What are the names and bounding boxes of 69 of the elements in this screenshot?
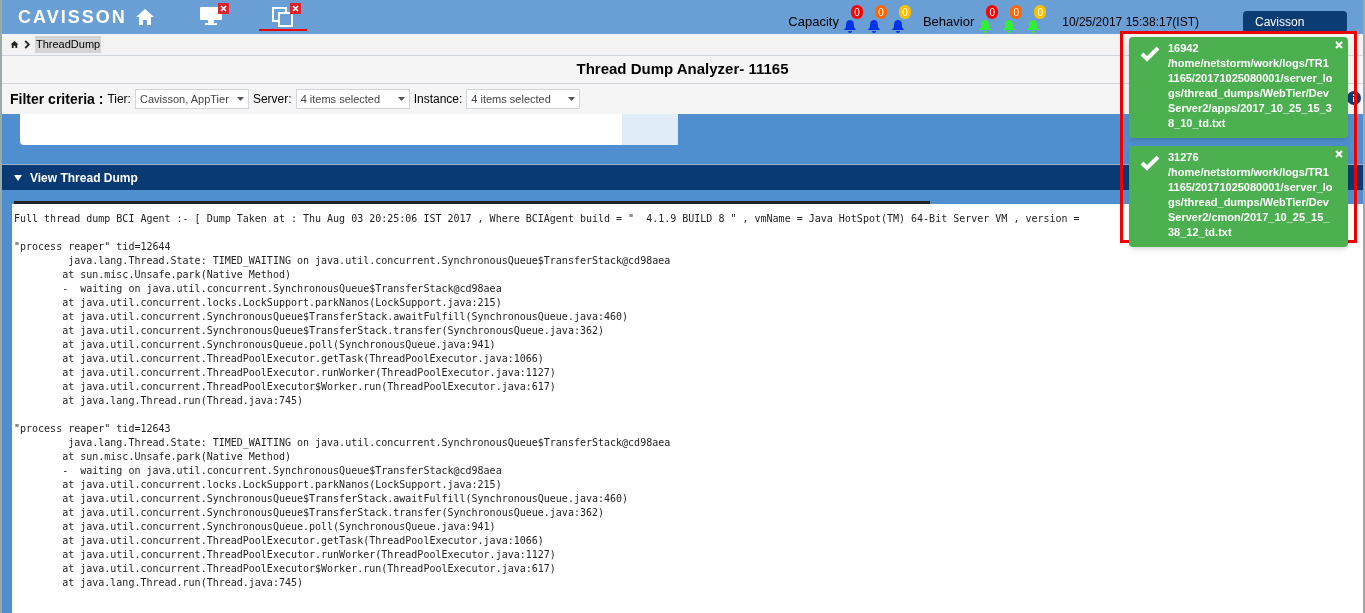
dropdown[interactable]: 4 items selected [466, 89, 581, 109]
alert-count: 0 [986, 5, 999, 19]
dump-line: at sun.misc.Unsafe.park(Native Method) [61, 450, 291, 464]
monitor-icon [199, 7, 222, 25]
bell-icon[interactable] [866, 19, 881, 33]
window-tab[interactable] [258, 3, 307, 31]
dump-line: at java.util.concurrent.ThreadPoolExecutor$Worker.run(ThreadPoolExecutor.java:617) [61, 380, 556, 394]
dump-line: - waiting on java.util.concurrent.SynchronousQueue$TransferStack@cd98aea [61, 464, 502, 478]
bell-icon[interactable] [1002, 19, 1017, 33]
windows-icon [271, 7, 294, 27]
dump-line: java.lang.Thread.State: TIMED_WAITING on java.util.concurrent.SynchronousQueue$TransferStack@cd98aea [67, 254, 671, 268]
dump-line: at java.util.concurrent.ThreadPoolExecutor.getTask(ThreadPoolExecutor.java:1066) [61, 352, 544, 366]
close-icon[interactable] [217, 3, 229, 14]
caret-icon [236, 97, 244, 101]
dump-line: at java.util.concurrent.ThreadPoolExecutor.runWorker(ThreadPoolExecutor.java:1127) [61, 366, 556, 380]
bell-icon[interactable] [978, 19, 993, 33]
close-icon[interactable] [1335, 41, 1343, 49]
dump-line: at java.util.concurrent.SynchronousQueue$TransferStack.transfer(SynchronousQueue.java:362) [61, 324, 604, 338]
toast-title: 31276 [1168, 150, 1200, 165]
page-title: Thread Dump Analyzer- 11165 [576, 59, 789, 80]
dump-line: at java.util.concurrent.ThreadPoolExecutor.getTask(ThreadPoolExecutor.java:1066) [61, 534, 544, 548]
dump-line: java.lang.Thread.State: TIMED_WAITING on java.util.concurrent.SynchronousQueue$TransferStack@cd98aea [67, 436, 671, 450]
chevron-icon [23, 40, 31, 49]
dump-line: at java.util.concurrent.SynchronousQueue$TransferStack.awaitFulfill(SynchronousQueue.java:460) [61, 310, 629, 324]
bell-icon[interactable] [1026, 19, 1041, 33]
dump-line: at java.util.concurrent.locks.LockSupport.parkNanos(LockSupport.java:215) [61, 296, 502, 310]
dropdown[interactable]: 4 items selected [295, 89, 410, 109]
dump-line: at java.util.concurrent.SynchronousQueue.poll(SynchronousQueue.java:941) [61, 520, 496, 534]
dump-line: at java.util.concurrent.SynchronousQueue$TransferStack.transfer(SynchronousQueue.java:362) [61, 506, 604, 520]
field-label: Instance: [413, 91, 463, 108]
caret-icon [397, 97, 405, 101]
caret-icon [568, 97, 576, 101]
dump-line: at java.util.concurrent.ThreadPoolExecutor$Worker.run(ThreadPoolExecutor.java:617) [61, 562, 556, 576]
bell-icon[interactable] [842, 19, 857, 33]
dropdown[interactable]: Cavisson, AppTier [134, 89, 249, 109]
dump-line: "process reaper" tid=12644 [14, 240, 171, 254]
dump-line: at java.lang.Thread.run(Thread.java:745) [61, 576, 303, 590]
alert-count: 0 [1010, 5, 1023, 19]
dump-line: at sun.misc.Unsafe.park(Native Method) [61, 268, 291, 282]
alert-count: 0 [850, 5, 863, 19]
dump-line: Full thread dump BCI Agent :- [ Dump Taken at : Thu Aug 03 20:25:06 IST 2017 , Where BCIAgent build = " 4.1.9 BUILD 8 " , vmName = Java HotSpot(TM) 64-Bit Server VM , version = [14, 212, 1080, 226]
alert-count: 0 [1034, 5, 1047, 19]
user-button[interactable]: Cavisson [1243, 11, 1347, 33]
filter-label: Filter criteria : [10, 89, 104, 109]
home-icon[interactable] [10, 40, 19, 49]
date-time: 10/25/2017 15:38:17(IST) [1062, 14, 1199, 31]
dump-line: at java.util.concurrent.SynchronousQueue.poll(SynchronousQueue.java:941) [61, 338, 496, 352]
dump-line: at java.util.concurrent.ThreadPoolExecutor.runWorker(ThreadPoolExecutor.java:1127) [61, 548, 556, 562]
toast-message: /home/netstorm/work/logs/TR11165/20171025080001/server_logs/thread_dumps/WebTier/DevServer2/apps/2017_10_25_15_38_10_td.txt [1168, 56, 1334, 131]
logo: CAVISSON [18, 5, 127, 29]
alert-count: 0 [874, 5, 887, 19]
dump-line: at java.util.concurrent.locks.LockSupport.parkNanos(LockSupport.java:215) [61, 478, 502, 492]
close-icon[interactable] [1335, 150, 1343, 158]
capacity-label: Capacity [788, 13, 839, 32]
caret-icon [14, 174, 22, 181]
dump-line: at java.util.concurrent.SynchronousQueue$TransferStack.awaitFulfill(SynchronousQueue.java:460) [61, 492, 629, 506]
dump-line: "process reaper" tid=12643 [14, 422, 171, 436]
behavior-label: Behavior [922, 13, 975, 32]
dump-line: at java.lang.Thread.run(Thread.java:745) [61, 394, 303, 408]
bell-icon[interactable] [890, 19, 905, 33]
checkmark-icon [1140, 155, 1160, 171]
breadcrumb-link[interactable]: ThreadDump [35, 36, 102, 53]
alert-count: 0 [898, 5, 911, 19]
toast-title: 16942 [1168, 41, 1200, 56]
field-label: Server: [252, 91, 292, 108]
checkmark-icon [1140, 46, 1160, 62]
field-label: Tier: [107, 91, 131, 108]
dump-line: - waiting on java.util.concurrent.SynchronousQueue$TransferStack@cd98aea [61, 282, 502, 296]
close-icon[interactable] [289, 3, 301, 14]
